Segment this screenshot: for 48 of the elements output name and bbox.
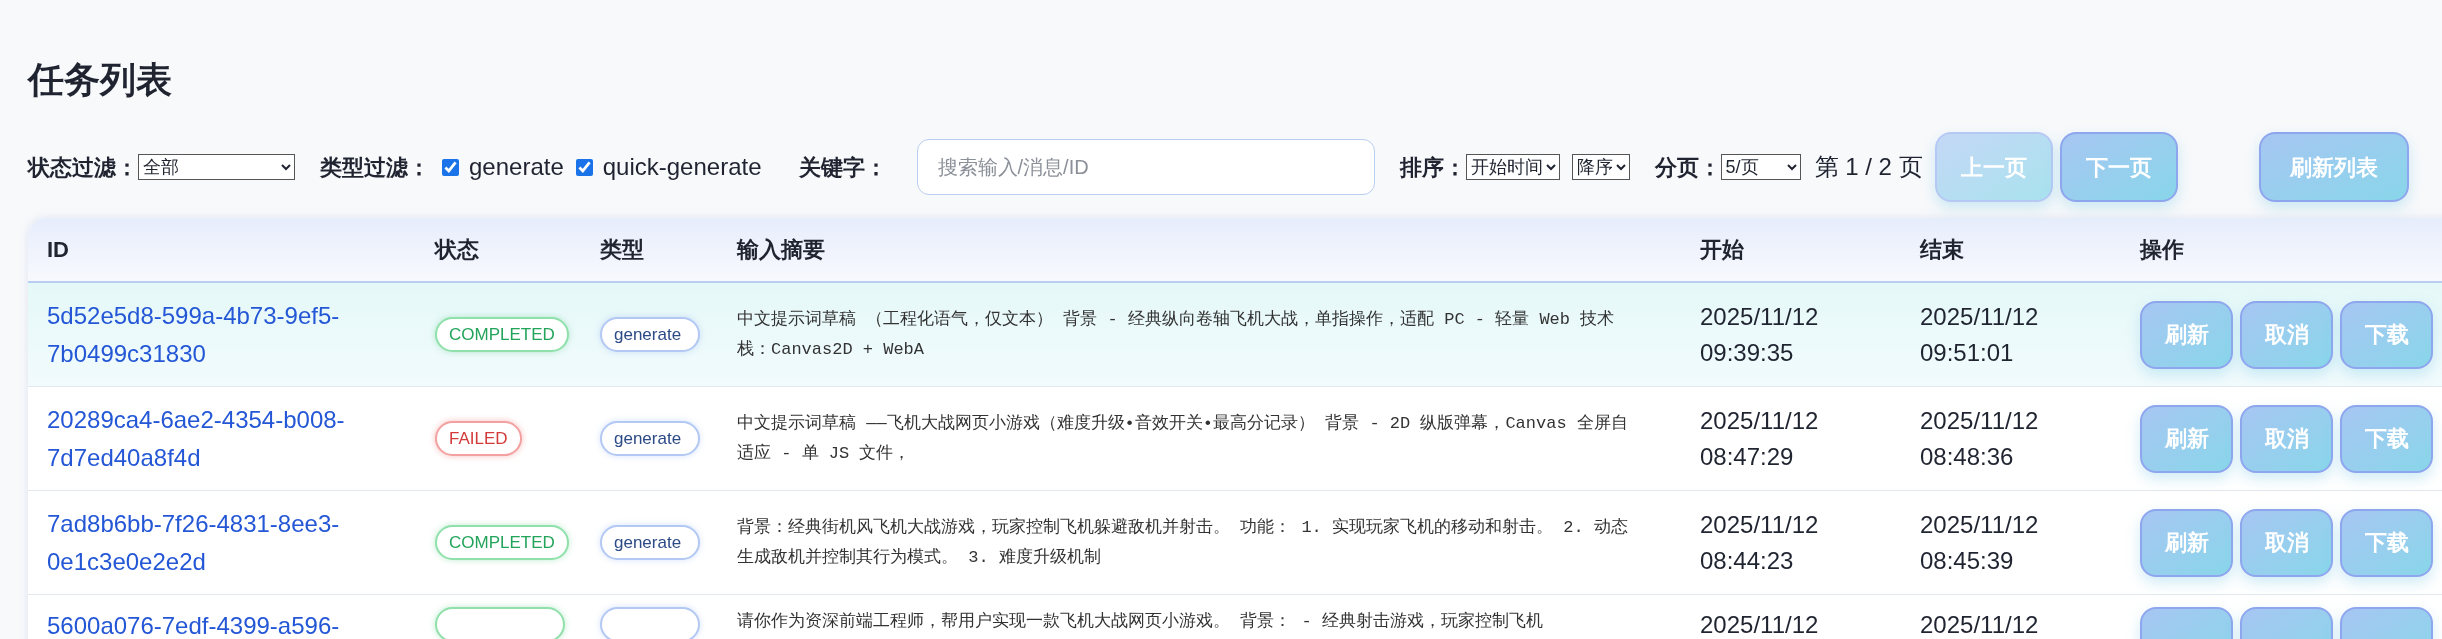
filter-label: 状态过滤： xyxy=(28,153,138,182)
end-time: 2025/11/12 09:51:01 xyxy=(1920,301,2040,368)
end-time: 2025/11/12 xyxy=(1920,610,2040,639)
sort-order-select[interactable]: 降序 xyxy=(1571,154,1630,180)
column-header: ID xyxy=(47,236,70,264)
status-badge: FAILED xyxy=(435,421,522,456)
end-time: 2025/11/12 08:48:36 xyxy=(1920,405,2040,472)
input-summary: 中文提示词草稿 ——飞机大战网页小游戏（难度升级•音效开关•最高分记录） 背景 - 2D 纵版弹幕，Canvas 全屏自适应 - 单 JS 文件， xyxy=(737,412,1629,465)
type-checkbox[interactable] xyxy=(442,158,459,176)
status-select[interactable]: 全部 xyxy=(138,154,295,180)
end-time: 2025/11/12 08:45:39 xyxy=(1920,509,2040,576)
table-row[interactable]: 5d52e5d8-599a-4b73-9ef5-7b0499c31830 COMPLETED generate 中文提示词草稿 （工程化语气，仅文本） 背景 - 经典纵向卷轴飞机大战，单指操作，适配 PC - 轻量 Web 技术栈：Canvas2D + WebA 2025/11/12 09:39:35 2025/11/12 09:51:01 刷新 取消 下载 xyxy=(28,283,2442,387)
page-label: 分页： xyxy=(1654,153,1721,182)
checkbox-label: quick-generate xyxy=(602,152,762,182)
column-header: 结束 xyxy=(1920,236,1965,264)
type-badge: generate xyxy=(600,525,700,560)
type-badge: generate xyxy=(600,317,700,352)
column-header: 输入摘要 xyxy=(737,236,826,264)
input-summary: 背景：经典街机风飞机大战游戏，玩家控制飞机躲避敌机并射击。 功能： 1. 实现玩家飞机的移动和射击。 2. 动态生成敌机并控制其行为模式。 3. 难度升级机制 xyxy=(737,516,1629,569)
column-header: 类型 xyxy=(600,236,645,264)
start-time: 2025/11/12 08:44:23 xyxy=(1700,509,1820,576)
type-checkbox[interactable] xyxy=(575,158,593,176)
column-header: 状态 xyxy=(435,236,480,264)
status-badge: COMPLETED xyxy=(435,525,569,560)
page-title: 任务列表 xyxy=(28,58,173,102)
filter-label: 关键字： xyxy=(798,153,887,182)
task-id-link[interactable]: 5d52e5d8-599a-4b73-9ef5-7b0499c31830 xyxy=(47,296,387,373)
task-id-link[interactable]: 5600a076-7edf-4399-a596- xyxy=(47,607,387,639)
start-time: 2025/11/12 09:39:35 xyxy=(1700,301,1820,368)
table-row[interactable]: 7ad8b6bb-7f26-4831-8ee3-0e1c3e0e2e2d COMPLETED generate 背景：经典街机风飞机大战游戏，玩家控制飞机躲避敌机并射击。 功能： 1. 实现玩家飞机的移动和射击。 2. 动态生成敌机并控制其行为模式。 3. 难度升级机制 2025/11/12 08:44:23 2025/11/12 08:45:39 刷新 取消 下载 xyxy=(28,491,2442,595)
column-header: 开始 xyxy=(1700,236,1745,264)
input-summary: 请你作为资深前端工程师，帮用户实现一款飞机大战网页小游戏。 背景： - 经典射击游戏，玩家控制飞机 xyxy=(737,610,1544,633)
start-time: 2025/11/12 08:47:29 xyxy=(1700,405,1820,472)
status-badge: COMPLETED xyxy=(435,317,569,352)
table-row[interactable]: 20289ca4-6ae2-4354-b008-7d7ed40a8f4d FAILED generate 中文提示词草稿 ——飞机大战网页小游戏（难度升级•音效开关•最高分记录） 背景 - 2D 纵版弹幕，Canvas 全屏自适应 - 单 JS 文件， 2025/11/12 08:47:29 2025/11/12 08:48:36 刷新 取消 下载 xyxy=(28,387,2442,491)
column-header: 操作 xyxy=(2140,236,2185,264)
type-badge: generate xyxy=(600,421,700,456)
task-id-link[interactable]: 20289ca4-6ae2-4354-b008-7d7ed40a8f4d xyxy=(47,400,387,477)
sort-label: 排序： xyxy=(1399,153,1466,182)
keyword-input[interactable]: 搜索输入/消息/ID xyxy=(916,139,1375,195)
start-time: 2025/11/12 xyxy=(1700,610,1820,639)
page-info: 第 1 / 2 页 xyxy=(1814,152,1923,182)
filter-label: 类型过滤： xyxy=(320,153,430,182)
checkbox-label: generate xyxy=(469,152,564,182)
input-summary: 中文提示词草稿 （工程化语气，仅文本） 背景 - 经典纵向卷轴飞机大战，单指操作，适配 PC - 轻量 Web 技术栈：Canvas2D + WebA xyxy=(737,308,1616,361)
task-id-link[interactable]: 7ad8b6bb-7f26-4831-8ee3-0e1c3e0e2e2d xyxy=(47,504,387,581)
sort-field-select[interactable]: 开始时间 xyxy=(1465,154,1560,180)
page-size-select[interactable]: 5/页 xyxy=(1720,154,1801,180)
